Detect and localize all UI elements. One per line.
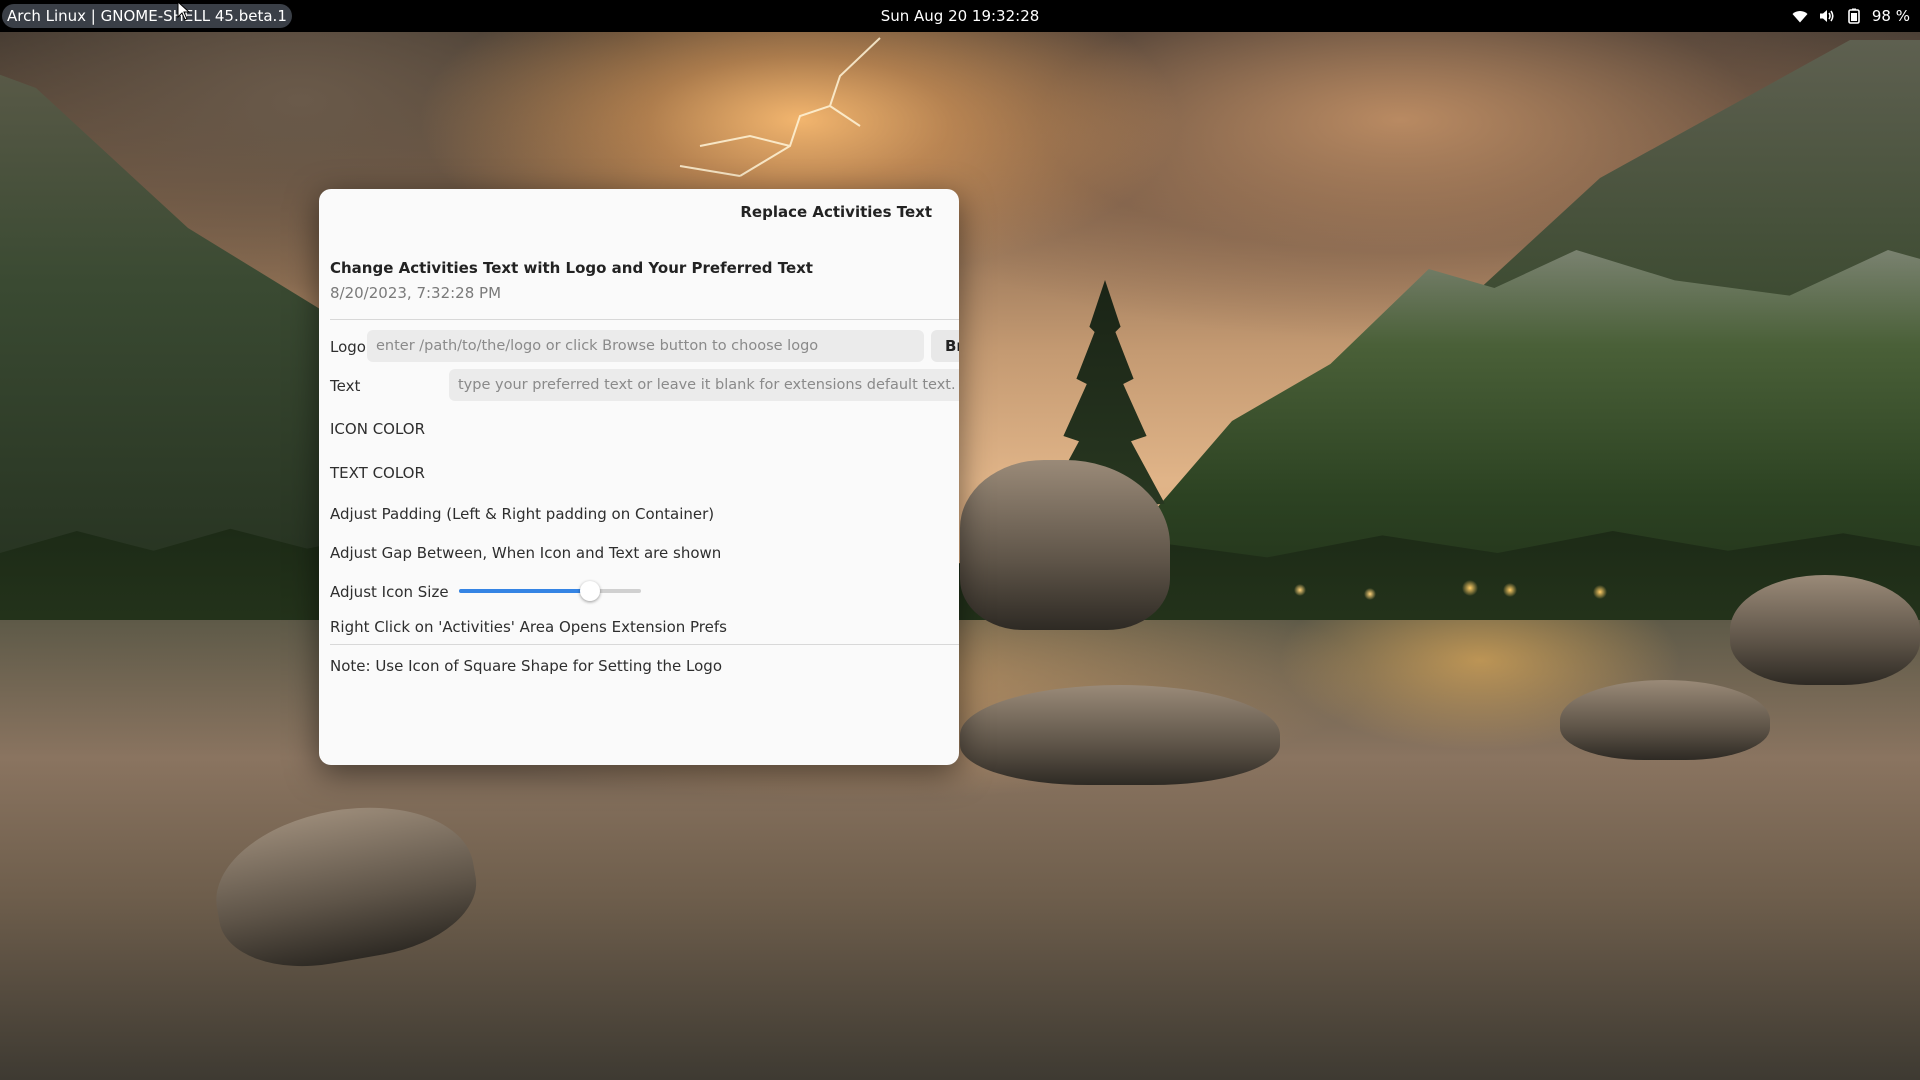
volume-icon (1819, 10, 1834, 22)
rock (960, 685, 1280, 785)
system-tray[interactable]: 98 % (1791, 0, 1910, 32)
custom-text-input[interactable] (449, 369, 959, 401)
text-color-label: TEXT COLOR (330, 464, 425, 482)
icon-size-slider[interactable] (459, 579, 641, 603)
rock (1730, 575, 1920, 685)
icon-size-label: Adjust Icon Size (330, 583, 449, 601)
mouse-cursor-icon (177, 1, 191, 21)
padding-label: Adjust Padding (Left & Right padding on … (330, 505, 715, 523)
lightning-bolt (679, 37, 881, 177)
rock (1560, 680, 1770, 760)
village-lights (1270, 560, 1690, 610)
prefs-group-date: 8/20/2023, 7:32:28 PM (330, 284, 502, 302)
logo-label: Logo (330, 338, 366, 356)
battery-percentage: 98 % (1871, 7, 1910, 25)
desktop-wallpaper (0, 0, 1920, 1080)
top-bar: Arch Linux | GNOME-SHELL 45.beta.1 Sun A… (0, 0, 1920, 32)
right-click-label: Right Click on 'Activities' Area Opens E… (330, 618, 727, 636)
divider (330, 644, 959, 645)
window-title: Replace Activities Text (740, 203, 932, 221)
clock[interactable]: Sun Aug 20 19:32:28 (881, 7, 1040, 25)
logo-path-input[interactable] (367, 330, 924, 362)
battery-icon (1848, 8, 1860, 24)
activities-button[interactable]: Arch Linux | GNOME-SHELL 45.beta.1 (2, 4, 292, 28)
note-text: Note: Use Icon of Square Shape for Setti… (330, 657, 723, 675)
icon-color-label: ICON COLOR (330, 420, 426, 438)
island-rock (960, 460, 1170, 630)
prefs-group-title: Change Activities Text with Logo and You… (330, 259, 813, 277)
gap-label: Adjust Gap Between, When Icon and Text a… (330, 544, 722, 562)
prefs-window: Replace Activities Text Change Activitie… (319, 189, 959, 765)
slider-fill (459, 589, 591, 593)
browse-button[interactable]: Browse (931, 330, 959, 362)
divider (330, 319, 959, 320)
wifi-icon (1792, 11, 1808, 23)
slider-knob[interactable] (580, 581, 601, 601)
text-label: Text (330, 377, 361, 395)
